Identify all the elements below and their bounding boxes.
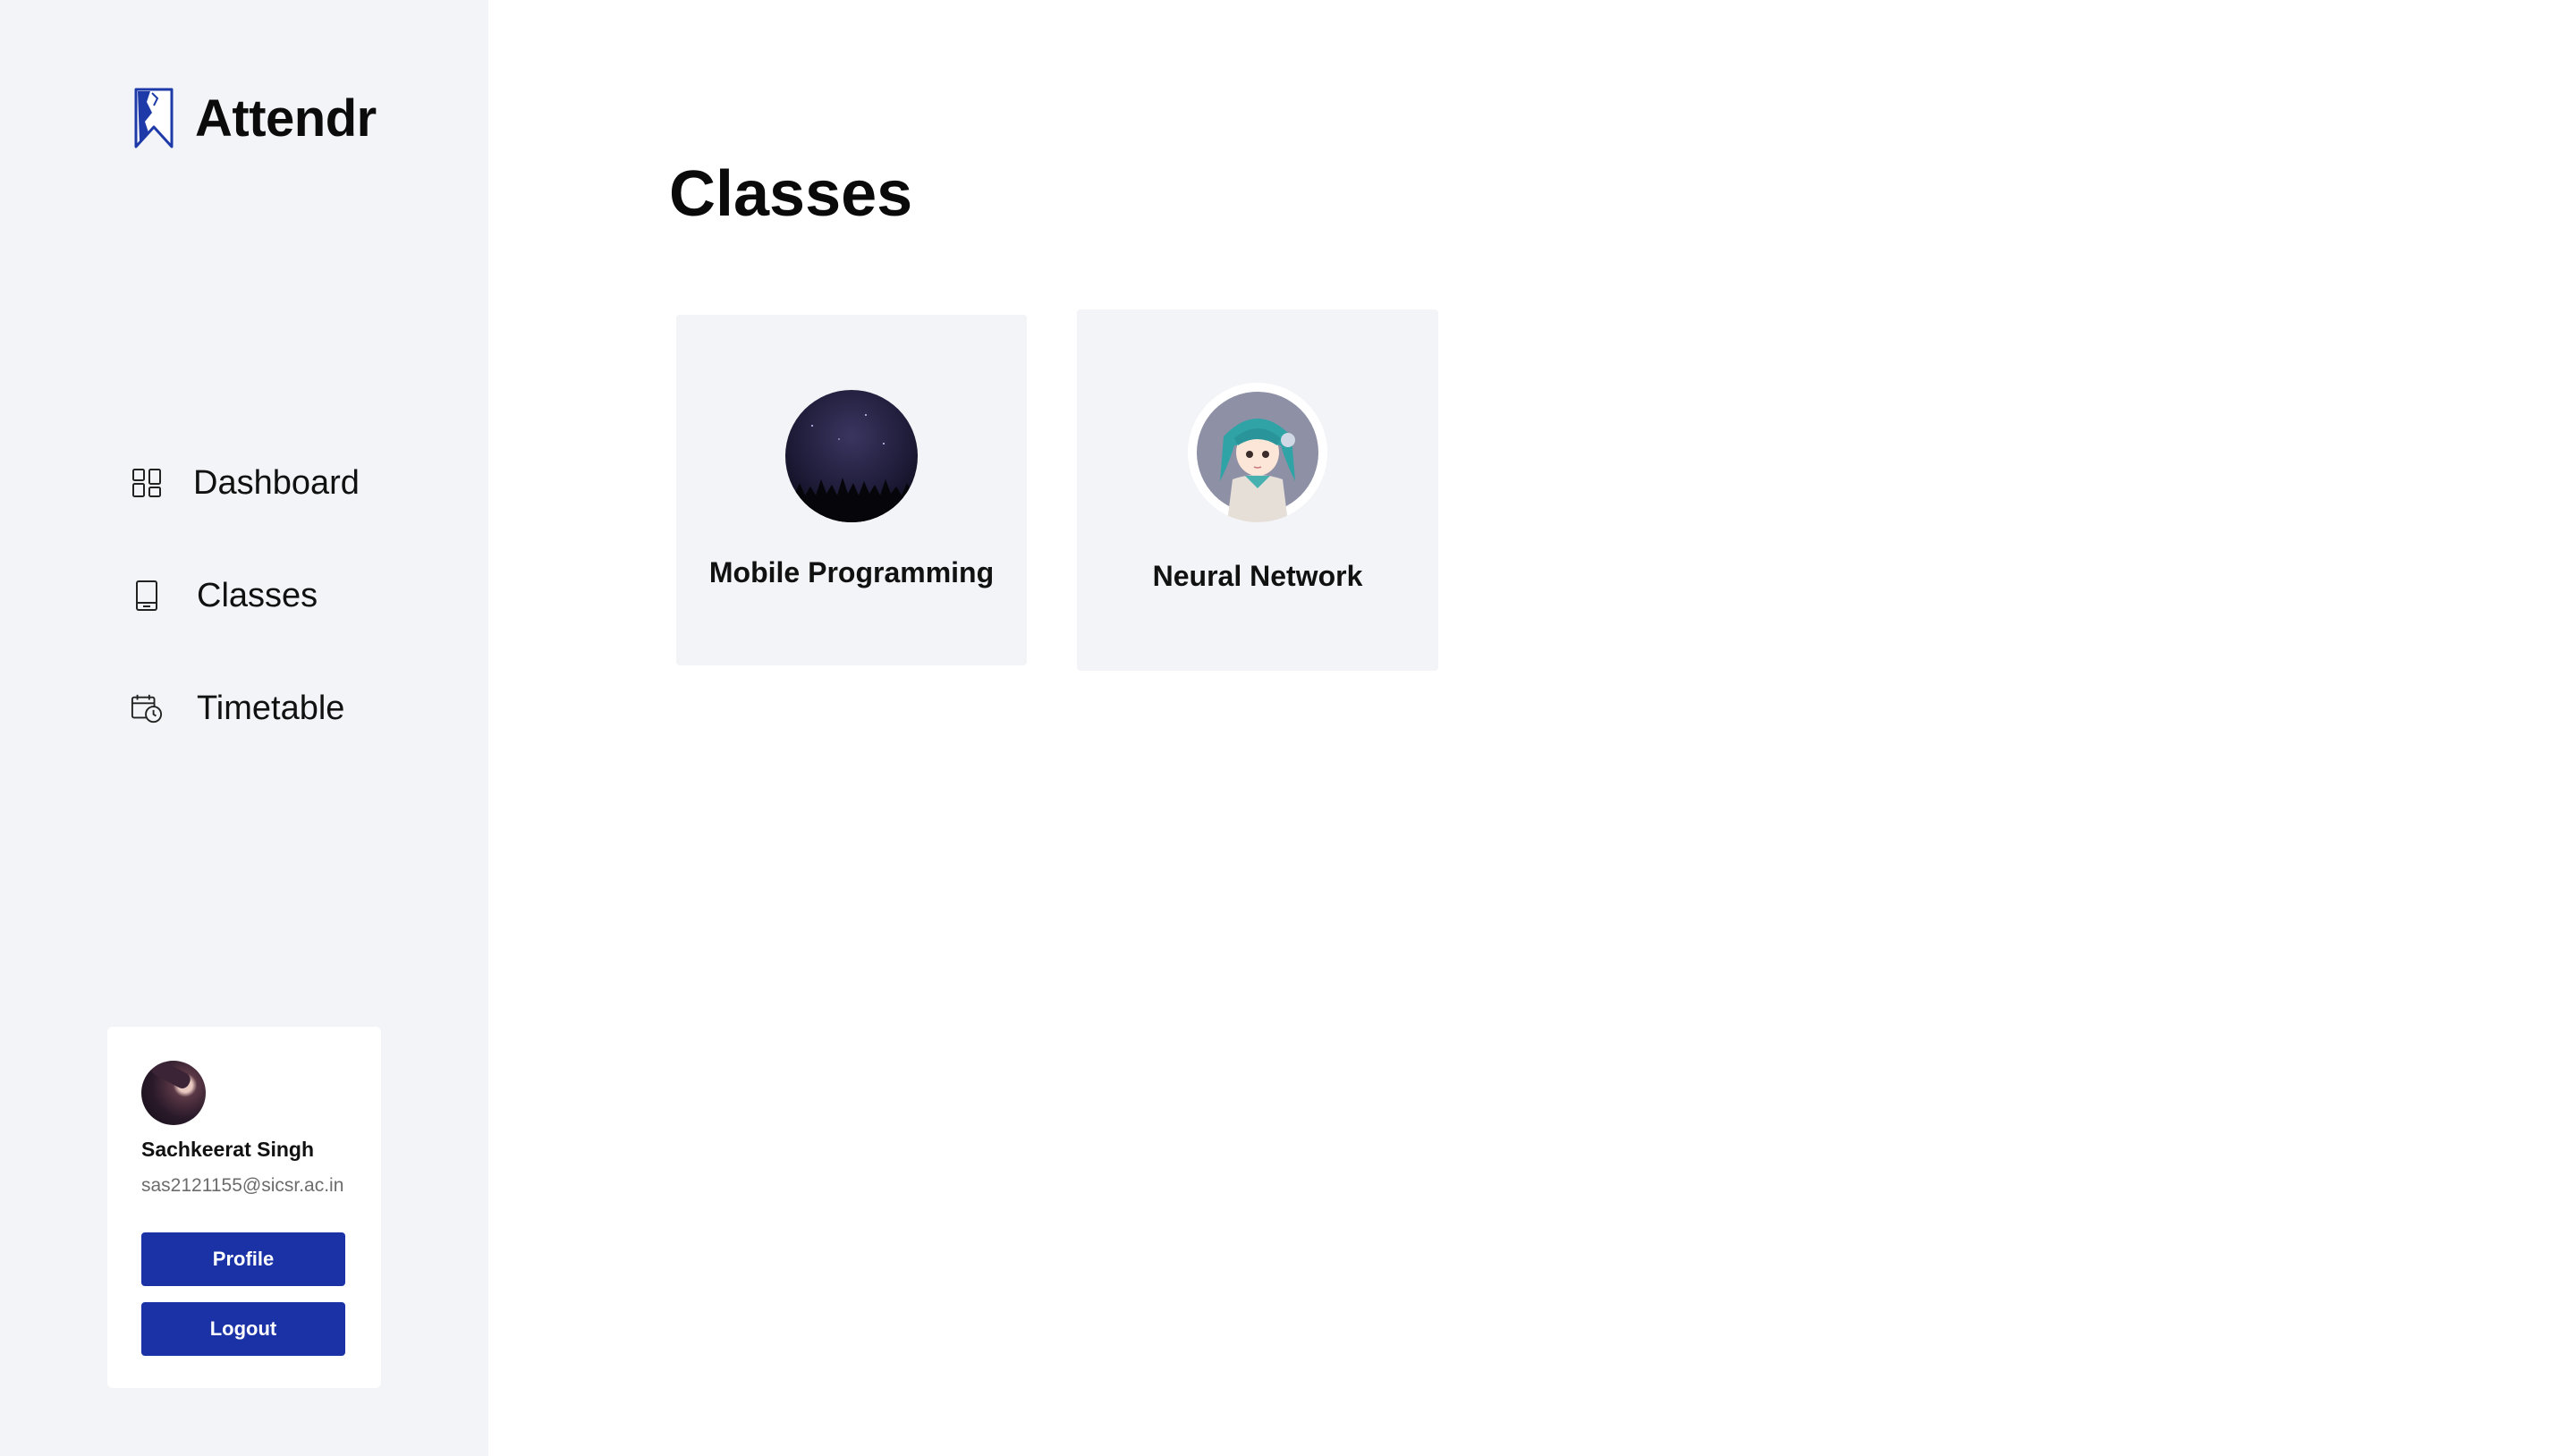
app-logo[interactable]: Attendr [132,86,377,150]
main-content: Classes Mobile Programming Neural Networ… [488,0,2576,1456]
nav-item-timetable[interactable]: Timetable [131,681,360,735]
avatar [141,1061,206,1125]
class-name: Mobile Programming [708,556,995,588]
user-card: Sachkeerat Singh sas2121155@sicsr.ac.in … [107,1027,381,1388]
anime-girl-avatar [1188,383,1327,522]
calendar-clock-icon [131,692,163,724]
nav-label-timetable: Timetable [197,689,345,727]
nav-label-classes: Classes [197,576,318,614]
sidebar: Attendr Dashboard Classes Timetable Sach… [0,0,488,1456]
class-card-neural-network[interactable]: Neural Network [1077,309,1438,671]
user-email: sas2121155@sicsr.ac.in [141,1175,344,1196]
logout-button[interactable]: Logout [141,1302,345,1356]
class-name: Neural Network [1152,560,1363,592]
dashboard-grid-icon [131,467,163,499]
bookmark-logo-icon [134,88,174,148]
night-forest-avatar [785,390,918,522]
app-name: Attendr [195,89,377,148]
nav-item-classes[interactable]: Classes [131,569,360,622]
class-card-mobile-programming[interactable]: Mobile Programming [676,315,1027,665]
page-title: Classes [669,158,913,230]
book-icon [131,580,163,612]
profile-button[interactable]: Profile [141,1232,345,1286]
main-nav: Dashboard Classes Timetable [131,456,360,735]
nav-item-dashboard[interactable]: Dashboard [131,456,360,510]
nav-label-dashboard: Dashboard [193,463,360,502]
user-name: Sachkeerat Singh [141,1138,315,1161]
